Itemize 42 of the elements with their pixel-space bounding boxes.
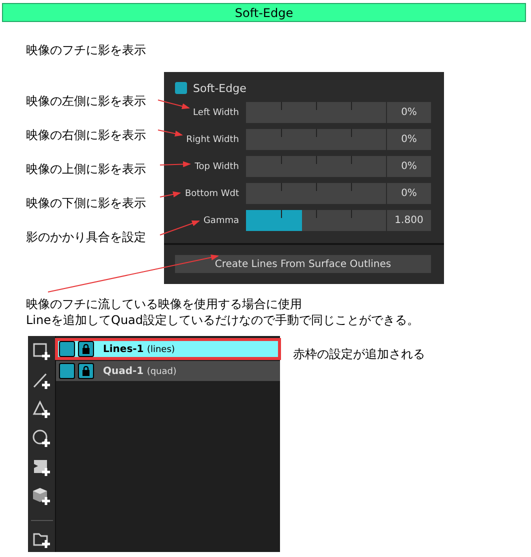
- value-field[interactable]: 0%: [387, 102, 431, 123]
- annotation-text: 映像の上側に影を表示: [26, 161, 146, 177]
- annotation-text: 赤枠の設定が追加される: [293, 346, 425, 362]
- visibility-toggle[interactable]: [59, 363, 75, 379]
- value-field[interactable]: 0%: [387, 129, 431, 150]
- lock-toggle[interactable]: [78, 341, 94, 357]
- lock-toggle[interactable]: [78, 363, 94, 379]
- annotation-text: 影のかかり具合を設定: [26, 229, 146, 245]
- slider-label: Top Width: [194, 162, 239, 172]
- leader-arrow: [160, 220, 200, 236]
- checkbox-label: Soft-Edge: [193, 82, 246, 94]
- value-field[interactable]: 1.800: [387, 210, 431, 231]
- annotation-text: 映像の下側に影を表示: [26, 195, 146, 211]
- leader-arrow: [158, 130, 183, 136]
- intro-text: 映像のフチに影を表示: [26, 42, 146, 58]
- leader-arrow: [158, 100, 190, 110]
- add-square-icon[interactable]: [32, 342, 52, 362]
- explanation-text: Lineを追加してQuad設定しているだけなので手動で同じことができる。: [26, 312, 420, 328]
- create-lines-button[interactable]: Create Lines From Surface Outlines: [175, 255, 431, 273]
- layer-row[interactable]: Lines-1 (lines): [56, 339, 280, 359]
- leader-arrow: [160, 191, 181, 198]
- add-circle-icon[interactable]: [32, 429, 52, 449]
- layer-name: Lines-1 (lines): [103, 344, 175, 354]
- add-triangle-icon[interactable]: [32, 400, 52, 420]
- visibility-toggle[interactable]: [59, 341, 75, 357]
- page-title: Soft-Edge: [234, 6, 294, 20]
- layer-row[interactable]: Quad-1 (quad): [56, 361, 280, 381]
- add-shape-icon[interactable]: [32, 458, 52, 478]
- annotation-text: 映像の左側に影を表示: [26, 93, 146, 109]
- leader-arrow: [160, 161, 191, 168]
- value-field[interactable]: 0%: [387, 156, 431, 177]
- slider-label: Bottom Wdt: [184, 188, 239, 198]
- slider-label: Gamma: [203, 216, 239, 226]
- add-line-icon[interactable]: [32, 371, 52, 391]
- slider-label: Left Width: [193, 108, 239, 118]
- slider-label: Right Width: [186, 134, 239, 144]
- value-field[interactable]: 0%: [387, 183, 431, 204]
- annotation-text: 映像の右側に影を表示: [26, 127, 146, 143]
- explanation-text: 映像のフチに流している映像を使用する場合に使用: [26, 296, 302, 312]
- layer-name: Quad-1 (quad): [103, 366, 176, 376]
- add-cube-icon[interactable]: [32, 487, 52, 507]
- checkbox[interactable]: [175, 82, 187, 94]
